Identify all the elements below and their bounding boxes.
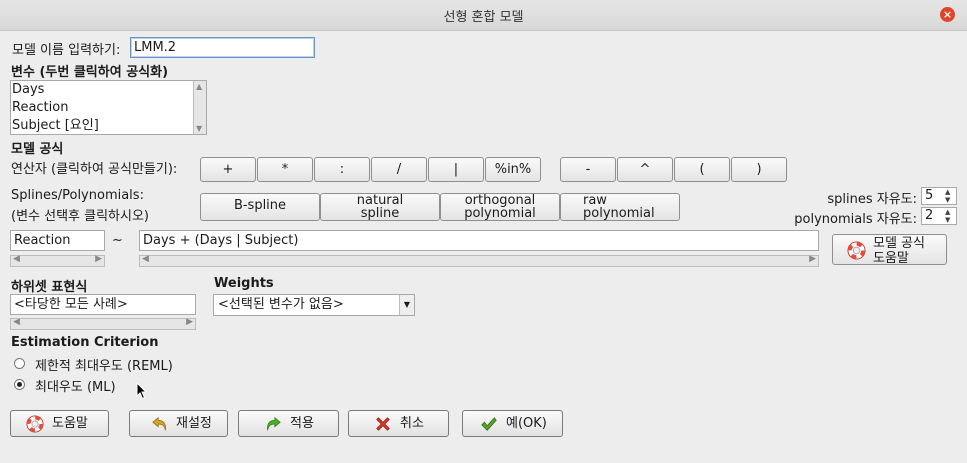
formula-help-label-2: 도움말 — [873, 251, 909, 266]
operator-colon-button[interactable]: : — [314, 157, 370, 182]
operator-caret-button[interactable]: ^ — [617, 157, 673, 182]
operator-minus-button[interactable]: - — [560, 157, 616, 182]
undo-arrow-icon — [152, 416, 166, 431]
orthogonal-label-2: polynomial — [464, 206, 536, 221]
orthogonal-polynomial-button[interactable]: orthogonal polynomial — [440, 193, 560, 221]
title-bar: 선형 혼합 모델 × — [0, 0, 967, 31]
operator-rparen-button[interactable]: ) — [731, 157, 787, 182]
operator-slash-button[interactable]: / — [371, 157, 427, 182]
model-name-input[interactable]: LMM.2 — [130, 37, 315, 58]
scroll-down-icon[interactable]: ▼ — [196, 124, 202, 133]
operator-bar-button[interactable]: | — [428, 157, 484, 182]
model-name-label: 모델 이름 입력하기: — [12, 43, 121, 58]
variables-header: 변수 (두번 클릭하여 공식화) — [11, 65, 169, 80]
rhs-input[interactable]: Days + (Days | Subject) — [139, 230, 819, 251]
operators-label: 연산자 (클릭하여 공식만들기): — [11, 162, 178, 177]
b-spline-label: B-spline — [233, 198, 287, 213]
cancel-x-icon — [376, 417, 390, 431]
subset-scrollbar[interactable]: ◀ ▶ — [10, 317, 196, 330]
ok-button[interactable]: 예(OK) — [462, 410, 563, 437]
b-spline-button[interactable]: B-spline — [200, 193, 320, 221]
cancel-button[interactable]: 취소 — [348, 410, 449, 437]
splines-df-value: 5 — [925, 188, 934, 203]
natural-spline-button[interactable]: natural spline — [320, 193, 440, 221]
weights-value: <선택된 변수가 없음> — [218, 297, 344, 312]
weights-header: Weights — [214, 276, 274, 291]
variables-listbox[interactable]: Days Reaction Subject [요인] ▲ ▼ — [10, 80, 207, 135]
checkmark-icon — [481, 417, 497, 431]
help-button[interactable]: 도움말 — [10, 410, 109, 437]
reset-label: 재설정 — [176, 416, 212, 431]
apply-label: 적용 — [290, 416, 314, 431]
ml-label: 최대우도 (ML) — [35, 380, 116, 395]
mouse-cursor-icon — [136, 382, 148, 400]
ml-radio[interactable] — [14, 379, 25, 390]
list-item[interactable]: Days — [11, 81, 206, 99]
raw-label-2: polynomial — [583, 206, 655, 221]
rhs-scrollbar[interactable]: ◀ ▶ — [139, 254, 819, 267]
chevron-down-icon[interactable]: ▼ — [399, 295, 414, 315]
operator-plus-button[interactable]: + — [200, 157, 256, 182]
poly-df-value: 2 — [925, 208, 934, 223]
natural-spline-label-2: spline — [360, 206, 400, 221]
splines-label: Splines/Polynomials: — [11, 188, 144, 203]
lifebuoy-icon — [26, 415, 44, 433]
redo-arrow-icon — [267, 416, 281, 431]
tilde-label: ~ — [112, 233, 123, 248]
help-label: 도움말 — [52, 416, 88, 431]
spinner-arrows-icon[interactable]: ▲ ▼ — [945, 208, 955, 224]
splines-df-label: splines 자유도: — [827, 192, 917, 207]
close-icon[interactable]: × — [940, 7, 955, 22]
cancel-label: 취소 — [400, 416, 424, 431]
lhs-scrollbar[interactable]: ◀ ▶ — [10, 254, 105, 267]
list-item[interactable]: Subject [요인] — [11, 117, 206, 135]
window-title: 선형 혼합 모델 — [443, 10, 524, 25]
lifebuoy-icon — [847, 241, 866, 260]
operator-lparen-button[interactable]: ( — [674, 157, 730, 182]
spinner-arrows-icon[interactable]: ▲ ▼ — [945, 188, 955, 204]
splines-sublabel: (변수 선택후 클릭하시오) — [11, 209, 150, 224]
formula-header: 모델 공식 — [11, 142, 64, 157]
reml-label: 제한적 최대우도 (REML) — [35, 359, 173, 374]
scroll-up-icon[interactable]: ▲ — [196, 82, 202, 91]
ok-label: 예(OK) — [506, 416, 547, 431]
operator-times-button[interactable]: * — [257, 157, 313, 182]
weights-select[interactable]: <선택된 변수가 없음> ▼ — [213, 294, 415, 316]
lhs-input[interactable]: Reaction — [10, 230, 105, 251]
poly-df-label: polynomials 자유도: — [794, 212, 917, 227]
formula-help-button[interactable]: 모델 공식 도움말 — [832, 234, 947, 266]
formula-help-label-1: 모델 공식 — [873, 236, 925, 251]
operator-in-button[interactable]: %in% — [485, 157, 541, 182]
apply-button[interactable]: 적용 — [238, 410, 339, 437]
reset-button[interactable]: 재설정 — [129, 410, 228, 437]
splines-df-spinner[interactable]: 5 ▲ ▼ — [921, 187, 957, 205]
list-item[interactable]: Reaction — [11, 99, 206, 117]
subset-header: 하위셋 표현식 — [11, 280, 88, 295]
variables-scrollbar[interactable]: ▲ ▼ — [193, 81, 206, 134]
raw-polynomial-button[interactable]: raw polynomial — [560, 193, 680, 221]
subset-input[interactable]: <타당한 모든 사례> — [10, 294, 196, 315]
poly-df-spinner[interactable]: 2 ▲ ▼ — [921, 207, 957, 225]
estimation-header: Estimation Criterion — [11, 335, 159, 350]
reml-radio[interactable] — [14, 358, 25, 369]
